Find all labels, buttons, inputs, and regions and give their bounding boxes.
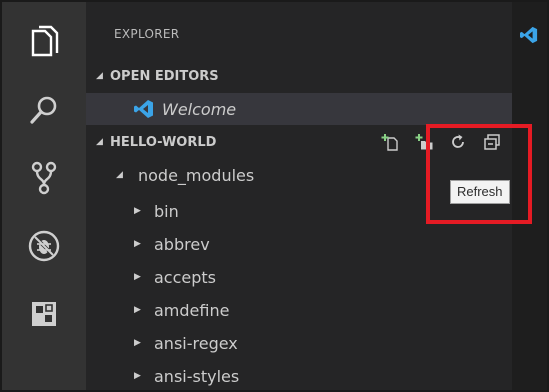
tree-item-label: amdefine (154, 300, 230, 320)
collapsed-chevron-icon: ▶ (134, 305, 141, 315)
collapsed-chevron-icon: ▶ (134, 239, 141, 249)
tree-item-label: abbrev (154, 234, 210, 254)
highlight-box (426, 124, 532, 224)
expanded-chevron-icon: ◢ (96, 71, 103, 81)
explorer-title: EXPLORER (114, 27, 180, 41)
open-editors-label: OPEN EDITORS (110, 68, 219, 84)
tree-item[interactable]: ▶ amdefine (86, 294, 512, 326)
collapsed-chevron-icon: ▶ (134, 272, 141, 282)
vscode-logo-icon (520, 26, 538, 48)
tree-item[interactable]: ▶ ansi-regex (86, 327, 512, 359)
new-file-icon[interactable] (380, 132, 400, 152)
tree-item-label: bin (154, 201, 179, 221)
vscode-window: EXPLORER ◢ OPEN EDITORS Welcome ◢ HELLO-… (0, 0, 549, 392)
source-control-icon[interactable] (24, 158, 64, 198)
debug-icon[interactable] (24, 226, 64, 266)
explorer-icon[interactable] (24, 22, 64, 62)
project-label: HELLO-WORLD (110, 134, 217, 150)
tree-item[interactable]: ▶ abbrev (86, 228, 512, 260)
refresh-tooltip: Refresh (450, 180, 510, 204)
tree-item[interactable]: ▶ ansi-styles (86, 360, 512, 390)
tree-item[interactable]: ▶ accepts (86, 261, 512, 293)
tree-item-label: accepts (154, 267, 217, 287)
vscode-logo-icon (134, 99, 154, 119)
collapsed-chevron-icon: ▶ (134, 371, 141, 381)
welcome-label: Welcome (162, 99, 237, 119)
folder-label: node_modules (138, 165, 255, 185)
extensions-icon[interactable] (24, 294, 64, 334)
open-editors-header[interactable]: ◢ OPEN EDITORS (86, 64, 512, 88)
activity-bar (2, 2, 86, 390)
expanded-chevron-icon: ◢ (96, 137, 103, 147)
search-icon[interactable] (24, 90, 64, 130)
tree-item-label: ansi-regex (154, 333, 238, 353)
open-editor-item-welcome[interactable]: Welcome (86, 93, 512, 125)
collapsed-chevron-icon: ▶ (134, 338, 141, 348)
collapsed-chevron-icon: ▶ (134, 206, 141, 216)
tree-item-label: ansi-styles (154, 366, 240, 386)
expanded-chevron-icon: ◢ (116, 170, 123, 180)
